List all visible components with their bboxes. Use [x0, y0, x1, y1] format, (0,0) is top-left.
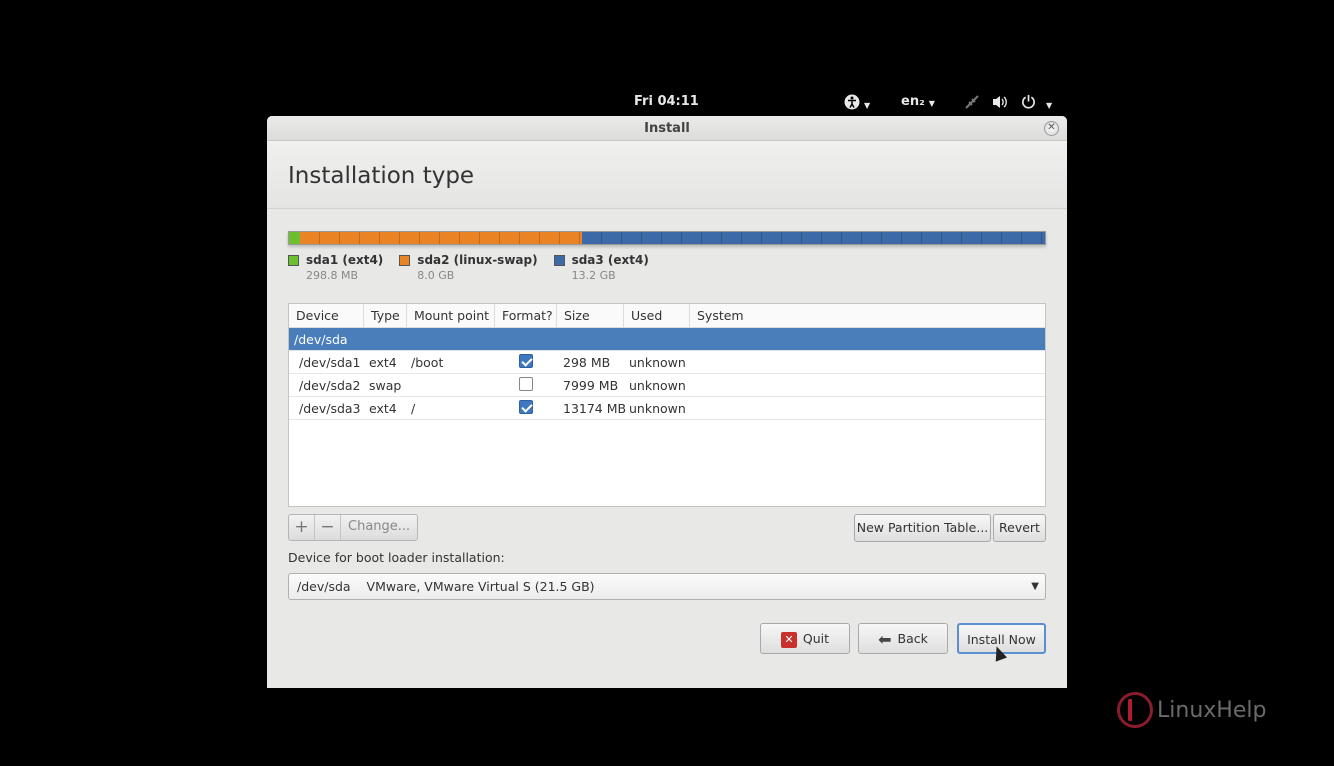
remove-partition-button[interactable]: −: [315, 515, 341, 540]
cell-size: 13174 MB: [563, 400, 627, 416]
network-icon: [964, 94, 980, 114]
cell-device: /dev/sda3: [299, 400, 361, 416]
column-header-type[interactable]: Type: [364, 304, 407, 328]
volume-indicator[interactable]: [992, 94, 1009, 114]
cell-used: unknown: [629, 377, 686, 393]
format-checkbox[interactable]: [519, 353, 533, 368]
column-header-size[interactable]: Size: [557, 304, 624, 328]
cell-size: 298 MB: [563, 354, 611, 370]
revert-button[interactable]: Revert: [993, 514, 1046, 542]
bootloader-device: /dev/sda: [297, 579, 351, 594]
chevron-down-icon: ▼: [928, 98, 935, 108]
linuxhelp-watermark: LinuxHelp: [1117, 692, 1266, 728]
legend-size: 13.2 GB: [571, 269, 616, 282]
legend-item-sda3: sda3 (ext4) 13.2 GB: [553, 253, 649, 282]
column-header-device[interactable]: Device: [289, 304, 364, 328]
language-menu[interactable]: en₂ ▼: [901, 94, 935, 109]
cell-device: /dev/sda1: [299, 354, 361, 370]
legend-swatch: [399, 255, 411, 266]
column-header-format[interactable]: Format?: [495, 304, 557, 328]
bootloader-label: Device for boot loader installation:: [288, 550, 505, 565]
table-header: Device Type Mount point Format? Size Use…: [289, 304, 1045, 328]
table-row[interactable]: /dev/sda1 ext4 /boot 298 MB unknown: [289, 351, 1045, 374]
cell-size: 7999 MB: [563, 377, 619, 393]
back-label: Back: [897, 631, 928, 646]
partition-segment-sda1: [289, 232, 300, 244]
partition-segment-sda2: [299, 232, 582, 244]
cell-format[interactable]: [495, 376, 557, 394]
cell-type: ext4: [369, 400, 397, 416]
cell-type: ext4: [369, 354, 397, 370]
add-partition-button[interactable]: +: [289, 515, 315, 540]
page-title: Installation type: [288, 163, 475, 189]
cell-used: unknown: [629, 400, 686, 416]
cell-mount: /boot: [411, 354, 444, 370]
accessibility-icon: [844, 94, 860, 114]
legend-swatch: [553, 255, 565, 266]
back-button[interactable]: ⬅ Back: [858, 623, 948, 654]
column-header-system[interactable]: System: [690, 304, 1045, 328]
language-label: en₂: [901, 94, 925, 109]
cell-used: unknown: [629, 354, 686, 370]
table-row[interactable]: /dev/sda2 swap 7999 MB unknown: [289, 374, 1045, 397]
watermark-text: LinuxHelp: [1157, 697, 1267, 723]
cell-format[interactable]: [495, 399, 557, 417]
table-row-disk[interactable]: /dev/sda: [289, 328, 1045, 351]
panel-clock[interactable]: Fri 04:11: [634, 94, 699, 109]
format-checkbox[interactable]: [519, 399, 533, 414]
table-row[interactable]: /dev/sda3 ext4 / 13174 MB unknown: [289, 397, 1045, 420]
column-header-mount[interactable]: Mount point: [407, 304, 495, 328]
legend-size: 298.8 MB: [306, 269, 359, 282]
chevron-down-icon: ▼: [1046, 100, 1053, 110]
legend-name: sda1 (ext4): [306, 253, 384, 267]
cell-device: /dev/sda2: [299, 377, 361, 393]
accessibility-menu[interactable]: ▼: [844, 94, 870, 114]
cell-format[interactable]: [495, 353, 557, 371]
bootloader-device-select[interactable]: /dev/sda VMware, VMware Virtual S (21.5 …: [288, 573, 1046, 600]
power-icon: [1021, 94, 1036, 113]
chevron-down-icon: ▼: [1031, 581, 1039, 592]
new-partition-table-button[interactable]: New Partition Table...: [854, 514, 991, 542]
bootloader-description: VMware, VMware Virtual S (21.5 GB): [366, 579, 595, 594]
page-header: Installation type: [267, 141, 1067, 209]
linuxhelp-logo-icon: [1117, 692, 1153, 728]
cell-type: swap: [369, 377, 402, 393]
chevron-down-icon: ▼: [864, 101, 871, 110]
legend-item-sda2: sda2 (linux-swap) 8.0 GB: [399, 253, 538, 282]
disk-name: /dev/sda: [294, 331, 348, 347]
install-window: Install ✕ Installation type sda1 (ext4) …: [267, 116, 1067, 688]
power-menu[interactable]: ▼: [1021, 94, 1052, 113]
format-checkbox[interactable]: [519, 376, 533, 391]
change-partition-button[interactable]: Change...: [341, 515, 417, 540]
partition-bar: [288, 231, 1046, 245]
quit-label: Quit: [802, 631, 830, 646]
legend-name: sda2 (linux-swap): [417, 253, 538, 267]
partition-segment-sda3: [581, 232, 1045, 244]
legend-swatch: [288, 255, 299, 266]
quit-icon: ✕: [780, 631, 797, 648]
partition-toolbar: + − Change...: [288, 514, 419, 541]
partition-table[interactable]: Device Type Mount point Format? Size Use…: [288, 303, 1046, 507]
cell-mount: /: [411, 400, 416, 416]
window-titlebar[interactable]: Install ✕: [267, 116, 1067, 141]
quit-button[interactable]: ✕ Quit: [760, 623, 850, 654]
close-icon[interactable]: ✕: [1044, 121, 1059, 136]
volume-icon: [992, 94, 1009, 114]
partition-legend: sda1 (ext4) 298.8 MB sda2 (linux-swap) 8…: [288, 253, 649, 282]
legend-size: 8.0 GB: [417, 269, 455, 282]
network-indicator[interactable]: [964, 94, 980, 114]
column-header-used[interactable]: Used: [624, 304, 690, 328]
back-arrow-icon: ⬅: [878, 630, 892, 649]
legend-item-sda1: sda1 (ext4) 298.8 MB: [288, 253, 383, 282]
legend-name: sda3 (ext4): [571, 253, 649, 267]
window-title: Install: [644, 121, 690, 136]
